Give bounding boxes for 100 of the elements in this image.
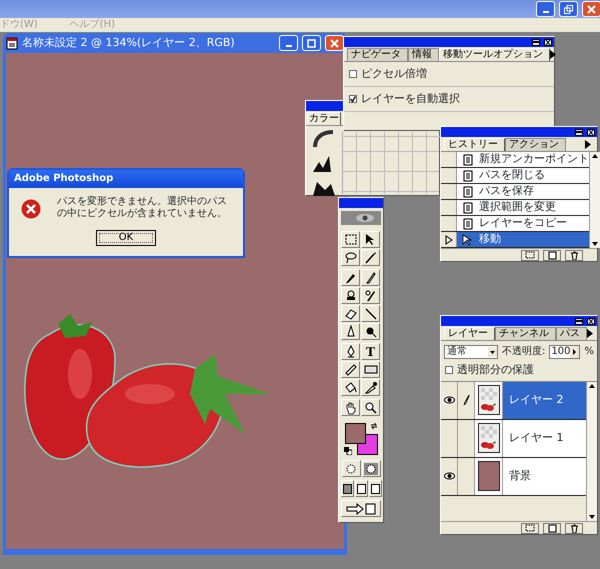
scrollbar[interactable] <box>589 152 600 248</box>
new-snapshot-button[interactable] <box>521 522 539 534</box>
delete-button[interactable] <box>565 522 583 534</box>
eyedropper-tool-button[interactable] <box>361 379 380 396</box>
close-icon <box>588 130 594 134</box>
dialog-title: Adobe Photoshop <box>9 170 243 188</box>
document-icon <box>462 170 474 182</box>
wand-tool-button[interactable] <box>361 249 380 266</box>
minimize-icon <box>576 320 582 322</box>
blur-tool-button[interactable] <box>341 323 360 340</box>
quick-mask-button[interactable] <box>362 460 380 477</box>
close-button[interactable] <box>544 38 552 46</box>
minimize-icon <box>533 41 539 43</box>
lasso-icon <box>344 250 358 264</box>
swap-arrows-icon <box>370 422 378 430</box>
history-brush-tool-button[interactable] <box>361 287 380 304</box>
panel-tab[interactable]: チャンネル <box>495 327 556 340</box>
checkbox[interactable] <box>349 95 357 103</box>
move-arrow-icon <box>462 234 474 246</box>
type-tool-button[interactable]: T <box>361 343 380 360</box>
panel-tab[interactable]: ナビゲータ <box>347 48 408 61</box>
panel-tab[interactable]: レイヤー <box>444 327 495 340</box>
trash-icon <box>570 250 578 260</box>
brush-tool-button[interactable] <box>361 269 380 286</box>
panel-tab[interactable]: 情報 <box>408 48 439 61</box>
checkbox[interactable] <box>445 366 453 374</box>
hand-tool-button[interactable] <box>341 399 360 416</box>
panel-tab[interactable]: ヒストリー <box>444 138 505 151</box>
gradient-tool-button[interactable] <box>361 361 380 378</box>
new-page-icon <box>548 524 556 532</box>
edit-toggle[interactable] <box>458 420 475 456</box>
history-item[interactable]: 選択範囲を変更 <box>441 200 589 216</box>
edit-toggle[interactable] <box>458 458 475 494</box>
move-arrow-tool-button[interactable] <box>361 231 380 248</box>
close-button[interactable] <box>587 318 595 324</box>
delete-button[interactable] <box>565 250 583 260</box>
checkbox[interactable] <box>349 70 357 78</box>
panel-tab[interactable]: 移動ツールオプション <box>439 48 550 61</box>
stamp-tool-button[interactable] <box>341 287 360 304</box>
close-icon <box>330 38 339 48</box>
close-icon <box>588 318 594 324</box>
dialog-message: パスを変形できません。選択中のパスの中にピクセルが含まれていません。 <box>57 196 228 220</box>
edit-toggle[interactable] <box>458 382 475 418</box>
layer-row[interactable]: 背景 <box>441 458 586 496</box>
minimize-button[interactable] <box>575 128 583 136</box>
restore-button[interactable] <box>559 1 578 17</box>
panel-menu-arrow-icon <box>585 140 591 149</box>
history-item[interactable]: レイヤーをコピー <box>441 216 589 232</box>
color-swatches-drawing[interactable] <box>345 423 378 455</box>
marquee-tool-button[interactable] <box>341 231 360 248</box>
panel-tab[interactable]: パス <box>556 327 587 340</box>
screen-mode-button[interactable] <box>340 480 354 497</box>
history-item[interactable]: 新規アンカーポイント <box>441 152 589 168</box>
screen-mode-button[interactable] <box>354 480 368 497</box>
close-icon <box>587 4 596 14</box>
new-item-button[interactable] <box>543 522 561 534</box>
layer-row[interactable]: レイヤー 2 <box>441 382 586 420</box>
document-icon <box>6 36 18 50</box>
minimize-button[interactable] <box>575 318 583 324</box>
panel-tab[interactable]: カラー <box>307 112 341 125</box>
measure-tool-button[interactable] <box>341 361 360 378</box>
restore-icon <box>564 4 573 14</box>
lasso-tool-button[interactable] <box>341 249 360 266</box>
pen-tool-button[interactable] <box>341 343 360 360</box>
document-icon <box>462 186 474 198</box>
standard-mode-button[interactable] <box>342 460 360 477</box>
minimize-button[interactable] <box>532 38 540 46</box>
new-item-button[interactable] <box>543 250 561 260</box>
maximize-button[interactable] <box>302 35 321 51</box>
scrollbar[interactable] <box>586 382 597 521</box>
visibility-toggle[interactable] <box>441 382 458 418</box>
zoom-tool-button[interactable] <box>361 399 380 416</box>
layer-row[interactable]: レイヤー 1 <box>441 420 586 458</box>
checkbox-label: ピクセル倍増 <box>361 66 427 82</box>
default-colors-icon <box>344 447 352 455</box>
airbrush-tool-button[interactable] <box>341 269 360 286</box>
history-item[interactable]: パスを保存 <box>441 184 589 200</box>
eye-icon <box>444 472 454 480</box>
history-item[interactable]: パスを閉じる <box>441 168 589 184</box>
measure-icon <box>344 362 358 376</box>
close-button[interactable] <box>587 128 595 136</box>
bucket-tool-button[interactable] <box>341 379 360 396</box>
blend-mode-dropdown[interactable]: 通常 <box>444 344 498 358</box>
percent-label: % <box>584 345 594 359</box>
dodge-tool-button[interactable] <box>361 323 380 340</box>
jump-to-button[interactable] <box>341 500 381 517</box>
history-item[interactable]: 移動 <box>441 232 589 248</box>
scroll-down-icon <box>587 513 597 521</box>
pencil-tool-button[interactable] <box>361 305 380 322</box>
eraser-tool-button[interactable] <box>341 305 360 322</box>
masked-circle-icon <box>364 462 378 474</box>
swatch-grid[interactable] <box>342 132 439 194</box>
panel-tab[interactable]: アクション <box>505 138 566 151</box>
dashed-square-icon <box>525 524 535 532</box>
zoom-icon <box>364 400 378 414</box>
new-snapshot-button[interactable] <box>521 250 539 260</box>
opacity-field[interactable]: 100 <box>549 344 580 358</box>
screen-mode-button[interactable] <box>368 480 382 497</box>
visibility-toggle[interactable] <box>441 420 458 456</box>
visibility-toggle[interactable] <box>441 458 458 494</box>
